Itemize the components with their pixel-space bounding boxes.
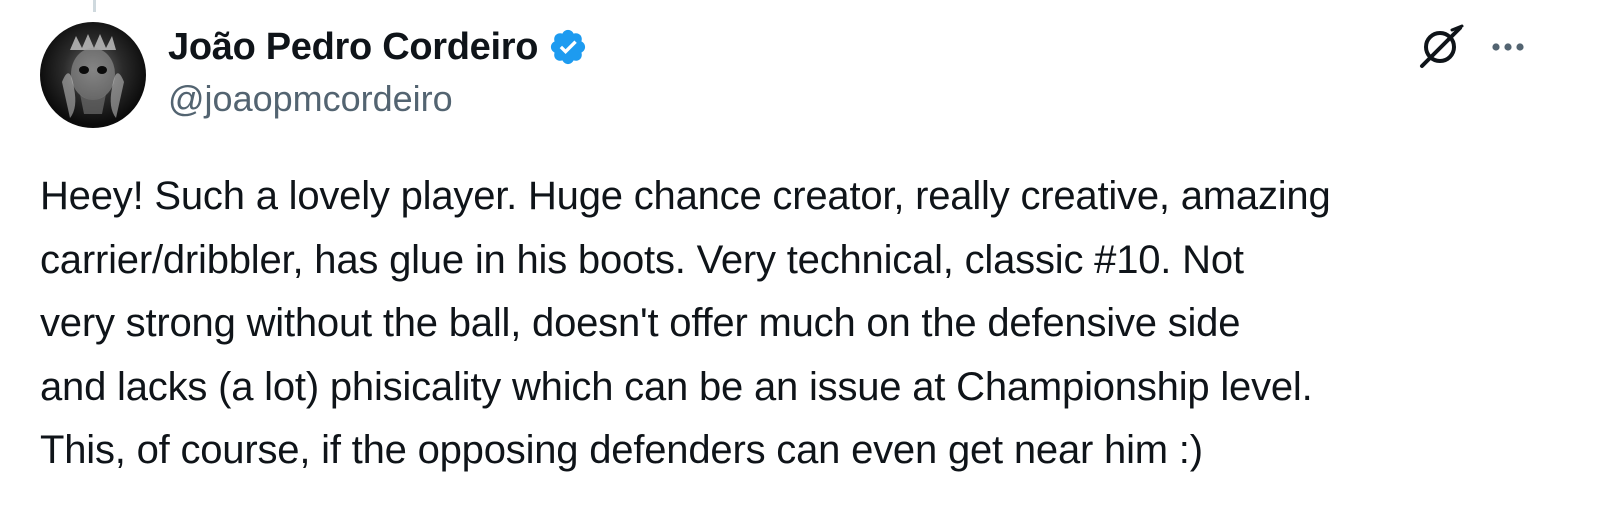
tweet-text: Heey! Such a lovely player. Huge chance … [40, 165, 1580, 483]
tweet-text-line: Heey! Such a lovely player. Huge chance … [40, 174, 1331, 218]
avatar-image [62, 34, 124, 118]
tweet-text-line: very strong without the ball, doesn't of… [40, 301, 1241, 345]
tweet-text-line: carrier/dribbler, has glue in his boots.… [40, 237, 1244, 282]
thread-connector-line [93, 0, 96, 12]
tweet-text-line: This, of course, if the opposing defende… [40, 428, 1203, 472]
more-options-icon[interactable] [1484, 30, 1532, 64]
author-display-name[interactable]: João Pedro Cordeiro [168, 26, 538, 69]
tweet-text-line: and lacks (a lot) phisicality which can … [40, 364, 1313, 409]
author-handle[interactable]: @joaopmcordeiro [168, 78, 453, 120]
author-name-row: João Pedro Cordeiro [168, 24, 588, 70]
grok-icon[interactable] [1414, 24, 1466, 70]
verified-badge-icon[interactable] [548, 27, 588, 67]
author-avatar[interactable] [40, 22, 146, 128]
